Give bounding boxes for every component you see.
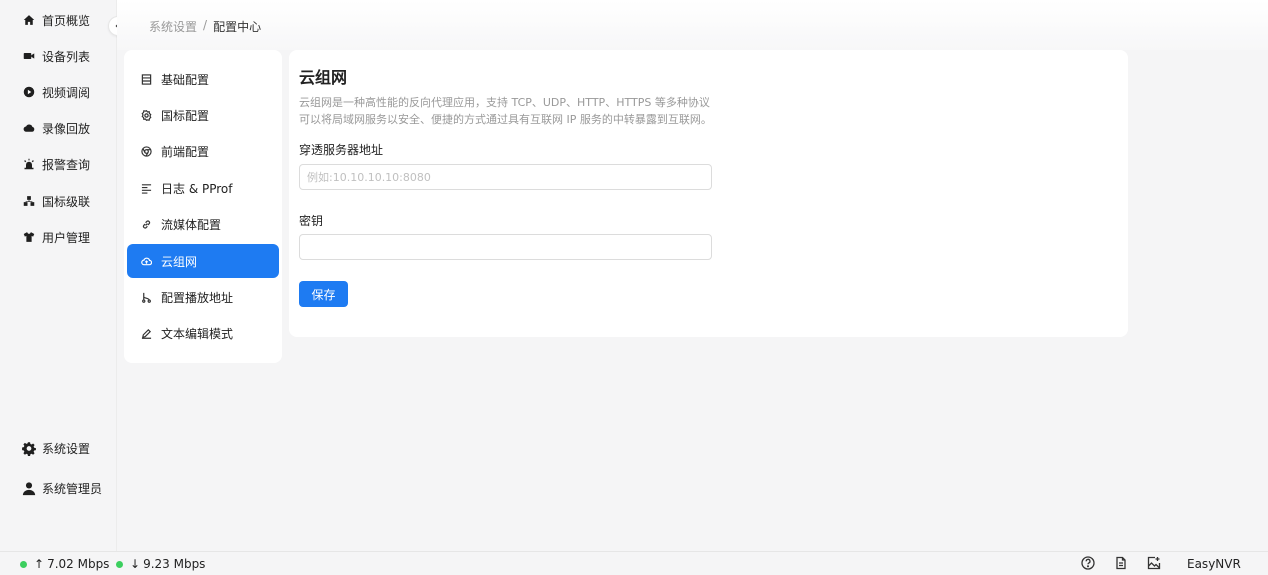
- cloud-network-panel: 云组网 云组网是一种高性能的反向代理应用，支持 TCP、UDP、HTTP、HTT…: [289, 50, 1128, 337]
- breadcrumb-parent[interactable]: 系统设置: [149, 18, 197, 35]
- menu-item-label: 前端配置: [161, 144, 210, 159]
- play-circle-icon: [22, 85, 36, 99]
- status-dot: [116, 560, 123, 568]
- menu-item-label: 国标配置: [161, 108, 210, 123]
- help-icon[interactable]: [1081, 556, 1095, 570]
- menu-item-text-edit[interactable]: 文本编辑模式: [127, 316, 279, 350]
- sidebar-item-label: 首页概览: [42, 13, 91, 28]
- sidebar-item-system-settings[interactable]: 系统设置: [0, 430, 116, 466]
- server-address-label: 穿透服务器地址: [299, 143, 384, 157]
- menu-item-frontend[interactable]: 前端配置: [127, 134, 279, 168]
- menu-item-log[interactable]: 日志 & PProf: [127, 171, 279, 205]
- breadcrumb: 系统设置 / 配置中心: [149, 18, 261, 35]
- menu-item-label: 基础配置: [161, 72, 210, 87]
- home-icon: [22, 13, 36, 27]
- sidebar-item-video[interactable]: 视频调阅: [0, 74, 116, 110]
- menu-item-cloud-network[interactable]: 云组网: [127, 244, 279, 278]
- branch-icon: [140, 291, 152, 303]
- sidebar-item-admin[interactable]: 系统管理员: [0, 470, 116, 506]
- menu-item-gb[interactable]: 国标配置: [127, 98, 279, 132]
- sidebar-item-label: 设备列表: [42, 49, 91, 64]
- description-line-2: 可以将局域网服务以安全、便捷的方式通过具有互联网 IP 服务的中转暴露到互联网。: [299, 113, 712, 126]
- sidebar-item-cascade[interactable]: 国标级联: [0, 183, 116, 219]
- user-icon: [22, 481, 36, 495]
- image-add-icon[interactable]: [1147, 556, 1161, 570]
- link-icon: [140, 218, 152, 230]
- secret-label: 密钥: [299, 214, 324, 228]
- upload-speed: ↑ 7.02 Mbps: [20, 557, 109, 571]
- alarm-icon: [22, 157, 36, 171]
- sidebar-item-label: 报警查询: [42, 157, 91, 172]
- menu-item-play-address[interactable]: 配置播放地址: [127, 280, 279, 314]
- document-icon[interactable]: [1114, 556, 1128, 570]
- breadcrumb-current: 配置中心: [213, 20, 262, 34]
- menu-item-label: 流媒体配置: [161, 217, 222, 232]
- gear-outline-icon: [140, 109, 152, 121]
- sidebar-item-label: 录像回放: [42, 121, 91, 136]
- description-line-1: 云组网是一种高性能的反向代理应用，支持 TCP、UDP、HTTP、HTTPS 等…: [299, 96, 710, 109]
- sidebar-item-devices[interactable]: 设备列表: [0, 38, 116, 74]
- menu-item-basic[interactable]: 基础配置: [127, 62, 279, 96]
- sidebar-item-playback[interactable]: 录像回放: [0, 110, 116, 146]
- menu-item-label: 配置播放地址: [161, 290, 234, 305]
- sidebar-item-label: 系统设置: [42, 441, 91, 456]
- status-bar: ↑ 7.02 Mbps ↓ 9.23 Mbps EasyNVR: [0, 551, 1268, 575]
- menu-item-label: 日志 & PProf: [161, 181, 233, 196]
- gear-icon: [22, 441, 36, 456]
- status-dot: [20, 560, 27, 568]
- save-button[interactable]: 保存: [299, 281, 348, 307]
- secret-input[interactable]: [299, 234, 712, 260]
- menu-item-label: 文本编辑模式: [161, 326, 234, 341]
- menu-item-streaming[interactable]: 流媒体配置: [127, 207, 279, 241]
- sidebar-item-label: 视频调阅: [42, 85, 91, 100]
- download-speed: ↓ 9.23 Mbps: [116, 557, 205, 571]
- arrow-up-icon: ↑: [34, 557, 45, 571]
- sidebar-item-label: 系统管理员: [42, 481, 103, 496]
- cluster-icon: [22, 194, 36, 208]
- list-icon: [140, 73, 152, 85]
- server-address-input[interactable]: [299, 164, 712, 190]
- config-menu: 基础配置 国标配置 前端配置 日志 & PProf 流媒体配置 云组网 配置播放…: [124, 50, 282, 363]
- sidebar: 首页概览 设备列表 视频调阅 录像回放 报警查询 国标级联 用户管理 系统设置 …: [0, 0, 117, 551]
- edit-icon: [140, 327, 152, 339]
- arrow-down-icon: ↓: [130, 557, 141, 571]
- cloud-icon: [22, 121, 36, 135]
- sidebar-item-users[interactable]: 用户管理: [0, 219, 116, 255]
- cloud-upload-icon: [140, 255, 152, 267]
- upload-speed-value: 7.02 Mbps: [47, 557, 110, 571]
- chrome-icon: [140, 145, 152, 157]
- sidebar-item-label: 国标级联: [42, 194, 91, 209]
- page-title: 云组网: [299, 68, 348, 87]
- download-speed-value: 9.23 Mbps: [143, 557, 206, 571]
- menu-item-label: 云组网: [161, 254, 198, 269]
- video-camera-icon: [22, 49, 36, 63]
- sidebar-item-label: 用户管理: [42, 230, 91, 245]
- sidebar-item-alarm[interactable]: 报警查询: [0, 146, 116, 182]
- align-left-icon: [140, 182, 152, 194]
- shirt-icon: [22, 230, 36, 244]
- sidebar-item-home[interactable]: 首页概览: [0, 2, 116, 38]
- brand-name: EasyNVR: [1187, 557, 1241, 571]
- breadcrumb-separator: /: [203, 18, 208, 32]
- panel-description: 云组网是一种高性能的反向代理应用，支持 TCP、UDP、HTTP、HTTPS 等…: [299, 94, 712, 128]
- top-header: [117, 0, 1268, 50]
